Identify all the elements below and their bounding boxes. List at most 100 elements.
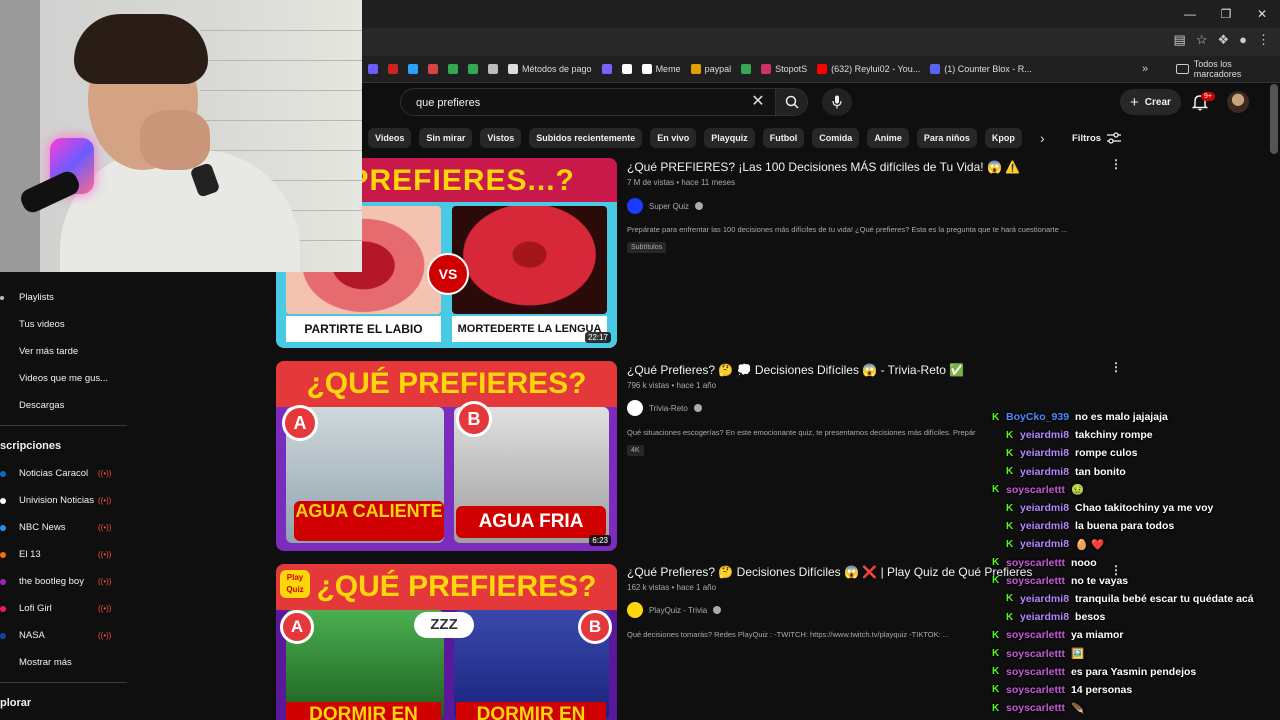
filter-chip[interactable]: Anime (867, 128, 909, 148)
extensions-icon[interactable]: ❖ (1217, 32, 1229, 48)
sidebar-item[interactable]: Ver más tarde (0, 338, 128, 365)
chat-message: Ksoyscarlettt 🤢 (992, 481, 1280, 499)
search-button[interactable] (776, 88, 808, 116)
chat-text: 🥚 ❤️ (1075, 538, 1105, 551)
subscription-item[interactable]: Univision Noticias ((•)) (0, 487, 128, 514)
chat-username: yeiardmi8 (1020, 538, 1070, 551)
bookmark-star-icon[interactable]: ☆ (1196, 32, 1208, 48)
maximize-icon[interactable]: ❐ (1208, 0, 1244, 28)
page-scrollbar[interactable] (1270, 84, 1278, 154)
voice-search-button[interactable] (822, 88, 852, 116)
video-title[interactable]: ¿Qué PREFIERES? ¡Las 100 Decisiones MÁS … (627, 160, 1020, 174)
sidebar-item-label: Descargas (19, 400, 65, 411)
filter-chip[interactable]: Futbol (762, 128, 805, 148)
filter-chip[interactable]: Sin mirar (419, 128, 473, 148)
filter-chip[interactable]: Playquiz (704, 128, 755, 148)
live-icon: ((•)) (98, 523, 112, 532)
sidebar-item-label: Tus videos (19, 319, 65, 330)
bookmark-item[interactable]: (1) Counter Blox - R... (930, 64, 1032, 74)
chat-message: Kyeiardmi8 la buena para todos (992, 517, 1280, 535)
chat-message: Kyeiardmi8 tranquila bebé escar tu quédat… (992, 590, 1280, 608)
video-channel[interactable]: Super Quiz (627, 198, 704, 214)
window-controls: — ❐ ✕ (1172, 0, 1280, 28)
video-channel[interactable]: Trivia-Reto (627, 400, 702, 416)
live-icon: ((•)) (98, 550, 112, 559)
filter-chip[interactable]: Vistos (480, 128, 522, 148)
channel-avatar (627, 400, 643, 416)
filter-chip[interactable]: Para niños (916, 128, 977, 148)
subscription-label: NASA (19, 630, 45, 641)
search-input[interactable] (414, 89, 738, 117)
kick-badge-icon: K (992, 666, 1000, 678)
bookmark-favicon-icon (601, 64, 612, 74)
folder-icon (1176, 64, 1189, 74)
kick-badge-icon: K (992, 702, 1000, 714)
chevron-right-icon[interactable]: › (1040, 130, 1045, 146)
playquiz-logo: Play Quiz (280, 570, 310, 598)
subscription-item[interactable]: El 13 ((•)) (0, 541, 128, 568)
sidebar-item[interactable]: Descargas (0, 392, 128, 419)
subscriptions-heading: scripciones (0, 440, 62, 452)
bookmark-favicon-icon (388, 64, 398, 74)
sidebar-item[interactable]: Playlists (0, 284, 128, 311)
bookmark-item[interactable] (408, 64, 418, 74)
bookmark-favicon-icon (761, 64, 772, 74)
bookmark-item[interactable] (488, 64, 498, 74)
sidebar-item[interactable]: Videos que me gus... (0, 365, 128, 392)
filter-chip[interactable]: Comida (812, 128, 860, 148)
verified-icon (693, 404, 702, 412)
chat-message: Kyeiardmi8 besos (992, 608, 1280, 626)
video-title[interactable]: ¿Qué Prefieres? 🤔 Decisiones Difíciles 😱… (627, 565, 1032, 579)
bookmark-favicon-icon (428, 64, 438, 74)
bookmark-favicon-icon (930, 64, 941, 74)
bookmark-item[interactable] (741, 64, 752, 74)
bookmark-item[interactable] (448, 64, 458, 74)
account-avatar[interactable] (1227, 91, 1249, 113)
bookmark-item[interactable]: (632) Reylui02 - You... (817, 64, 920, 74)
chat-username: BoyCko_939 (1006, 411, 1070, 424)
profile-icon[interactable]: ● (1239, 32, 1247, 48)
search-box[interactable] (400, 88, 776, 117)
live-icon: ((•)) (98, 604, 112, 613)
filters-button[interactable]: Filtros (1072, 128, 1122, 148)
bookmark-item[interactable]: StopotS (761, 64, 807, 74)
bookmarks-overflow-icon[interactable]: » (1142, 56, 1148, 82)
install-app-icon[interactable]: ▤ (1174, 32, 1186, 48)
clear-search-icon[interactable]: ✕ (748, 92, 768, 112)
bookmark-favicon-icon (817, 64, 828, 74)
filter-chip[interactable]: Kpop (984, 128, 1022, 148)
create-button[interactable]: + Crear (1120, 89, 1181, 115)
bookmark-item[interactable] (428, 64, 438, 74)
video-thumbnail[interactable]: ¿QUÉ PREFIERES? Play Quiz A B ZZZ DORMIR… (276, 564, 617, 720)
option-b-badge: B (578, 610, 612, 644)
bookmark-item[interactable] (601, 64, 612, 74)
video-thumbnail[interactable]: ¿QUÉ PREFIERES? A B AGUA CALIENTE AGUA F… (276, 361, 617, 551)
all-bookmarks-button[interactable]: Todos los marcadores (1176, 56, 1280, 82)
video-title[interactable]: ¿Qué Prefieres? 🤔 💭 Decisiones Difíciles… (627, 363, 964, 377)
bookmark-item[interactable] (621, 64, 632, 74)
chat-username: yeiardmi8 (1020, 611, 1070, 624)
subscription-item[interactable]: Lofi Girl ((•)) (0, 595, 128, 622)
bookmark-item[interactable]: paypal (690, 64, 731, 74)
subscription-item[interactable]: NBC News ((•)) (0, 514, 128, 541)
bookmark-item[interactable] (468, 64, 478, 74)
chat-text: 🖼️ (1070, 648, 1085, 661)
bookmark-item[interactable]: Métodos de pago (508, 64, 592, 74)
sidebar-item[interactable]: Tus videos (0, 311, 128, 338)
bookmark-item[interactable] (388, 64, 398, 74)
subscription-item[interactable]: Mostrar más (0, 649, 128, 676)
subscription-item[interactable]: Noticias Caracol ((•)) (0, 460, 128, 487)
filter-chip[interactable]: Subidos recientemente (529, 128, 643, 148)
subscription-item[interactable]: NASA ((•)) (0, 622, 128, 649)
minimize-icon[interactable]: — (1172, 0, 1208, 28)
filter-chip[interactable]: En vivo (650, 128, 697, 148)
filter-chip[interactable]: Videos (368, 128, 412, 148)
video-channel[interactable]: PlayQuiz - Trivia (627, 602, 722, 618)
bookmark-item[interactable] (368, 64, 378, 74)
bookmark-item[interactable]: Meme (641, 64, 681, 74)
close-icon[interactable]: ✕ (1244, 0, 1280, 28)
more-actions-icon[interactable]: ⋮ (1110, 360, 1122, 374)
browser-menu-icon[interactable]: ⋮ (1257, 32, 1270, 48)
more-actions-icon[interactable]: ⋮ (1110, 157, 1122, 171)
subscription-item[interactable]: the bootleg boy ((•)) (0, 568, 128, 595)
